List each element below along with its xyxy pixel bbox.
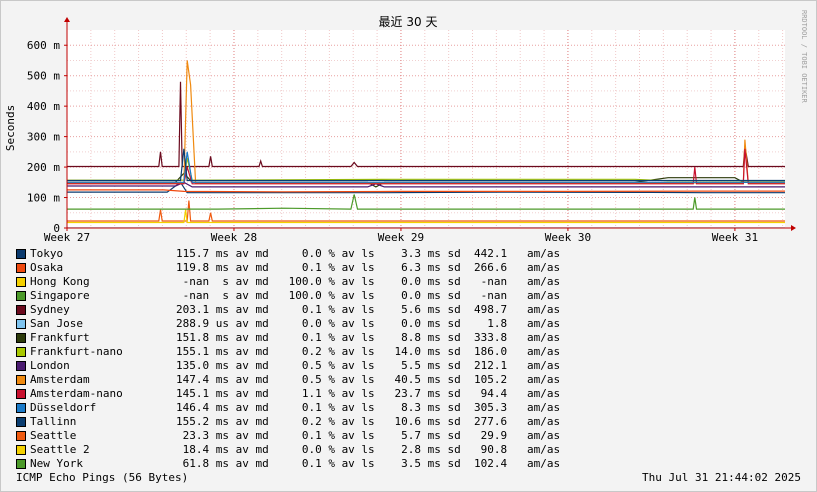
- legend-stats: 115.7 ms av md 0.0 % av ls 3.3 ms sd 442…: [176, 247, 561, 260]
- legend-swatch: [16, 319, 26, 329]
- legend-name: San Jose: [30, 317, 83, 330]
- y-tick-label: 200 m: [27, 161, 60, 174]
- x-tick-label: Week 28: [211, 231, 257, 244]
- chart-title: 最近 30 天: [379, 15, 438, 29]
- legend-stats: 203.1 ms av md 0.1 % av ls 5.6 ms sd 498…: [176, 303, 561, 316]
- legend-swatch: [16, 361, 26, 371]
- x-axis-arrow: [791, 225, 796, 231]
- legend-name: Tallinn: [30, 415, 77, 428]
- legend-stats: 288.9 us av md 0.0 % av ls 0.0 ms sd 1.8…: [176, 317, 561, 330]
- latency-chart: 最近 30 天 Seconds Week 27 Week 28 Week 29 Wee…: [4, 15, 796, 244]
- x-tick-label: Week 30: [545, 231, 591, 244]
- footer-description: ICMP Echo Pings (56 Bytes): [16, 471, 189, 484]
- legend-swatch: [16, 305, 26, 315]
- legend-stats: 145.1 ms av md 1.1 % av ls 23.7 ms sd 94…: [176, 387, 561, 400]
- legend-stats: 18.4 ms av md 0.0 % av ls 2.8 ms sd 90.8…: [176, 443, 561, 456]
- legend-name: Düsseldorf: [30, 401, 97, 414]
- y-tick-label: 400 m: [27, 100, 60, 113]
- watermark-text: RRDTOOL / TOBI OETIKER: [800, 10, 808, 104]
- legend-swatch: [16, 375, 26, 385]
- legend-name: Singapore: [30, 289, 90, 302]
- legend-name: Hong Kong: [30, 275, 90, 288]
- legend-swatch: [16, 347, 26, 357]
- y-tick-label: 100 m: [27, 192, 60, 205]
- legend-stats: -nan s av md 100.0 % av ls 0.0 ms sd -na…: [176, 289, 561, 302]
- legend-stats: 155.2 ms av md 0.2 % av ls 10.6 ms sd 27…: [176, 415, 561, 428]
- legend-name: Osaka: [30, 261, 64, 274]
- legend-name: Sydney: [30, 303, 70, 316]
- legend-stats: 151.8 ms av md 0.1 % av ls 8.8 ms sd 333…: [176, 331, 561, 344]
- legend-swatch: [16, 389, 26, 399]
- y-tick-label: 0: [53, 222, 60, 235]
- legend-name: Amsterdam: [30, 373, 90, 386]
- legend-swatch: [16, 333, 26, 343]
- legend-swatch: [16, 445, 26, 455]
- legend-name: Seattle: [30, 429, 77, 442]
- legend-name: Frankfurt: [30, 331, 90, 344]
- legend-swatch: [16, 249, 26, 259]
- x-tick-label: Week 31: [712, 231, 758, 244]
- legend-swatch: [16, 403, 26, 413]
- legend-name: Amsterdam-nano: [30, 387, 123, 400]
- legend-stats: 23.3 ms av md 0.1 % av ls 5.7 ms sd 29.9…: [176, 429, 561, 442]
- y-tick-label: 500 m: [27, 70, 60, 83]
- footer-timestamp: Thu Jul 31 21:44:02 2025: [642, 471, 801, 484]
- legend-stats: -nan s av md 100.0 % av ls 0.0 ms sd -na…: [176, 275, 561, 288]
- legend-swatch: [16, 459, 26, 469]
- legend-swatch: [16, 277, 26, 287]
- legend-name: New York: [30, 457, 83, 470]
- legend-name: Seattle 2: [30, 443, 90, 456]
- legend-stats: 146.4 ms av md 0.1 % av ls 8.3 ms sd 305…: [176, 401, 561, 414]
- legend-stats: 147.4 ms av md 0.5 % av ls 40.5 ms sd 10…: [176, 373, 561, 386]
- y-axis-arrow: [64, 17, 70, 22]
- legend-name: Frankfurt-nano: [30, 345, 123, 358]
- y-tick-label: 300 m: [27, 131, 60, 144]
- grid: [67, 30, 785, 228]
- legend-stats: 61.8 ms av md 0.1 % av ls 3.5 ms sd 102.…: [176, 457, 561, 470]
- x-tick-label: Week 27: [44, 231, 90, 244]
- y-tick-label: 600 m: [27, 39, 60, 52]
- legend-stats: 119.8 ms av md 0.1 % av ls 6.3 ms sd 266…: [176, 261, 561, 274]
- legend-stats: 135.0 ms av md 0.5 % av ls 5.5 ms sd 212…: [176, 359, 561, 372]
- legend-name: Tokyo: [30, 247, 64, 260]
- legend-swatch: [16, 291, 26, 301]
- y-axis-label: Seconds: [4, 105, 17, 151]
- legend-swatch: [16, 417, 26, 427]
- legend-swatch: [16, 263, 26, 273]
- x-tick-label: Week 29: [378, 231, 424, 244]
- legend-name: London: [30, 359, 70, 372]
- legend-swatch: [16, 431, 26, 441]
- rrdtool-watermark: RRDTOOL / TOBI OETIKER: [800, 10, 808, 104]
- plot-area: [67, 30, 785, 228]
- legend-stats: 155.1 ms av md 0.2 % av ls 14.0 ms sd 18…: [176, 345, 561, 358]
